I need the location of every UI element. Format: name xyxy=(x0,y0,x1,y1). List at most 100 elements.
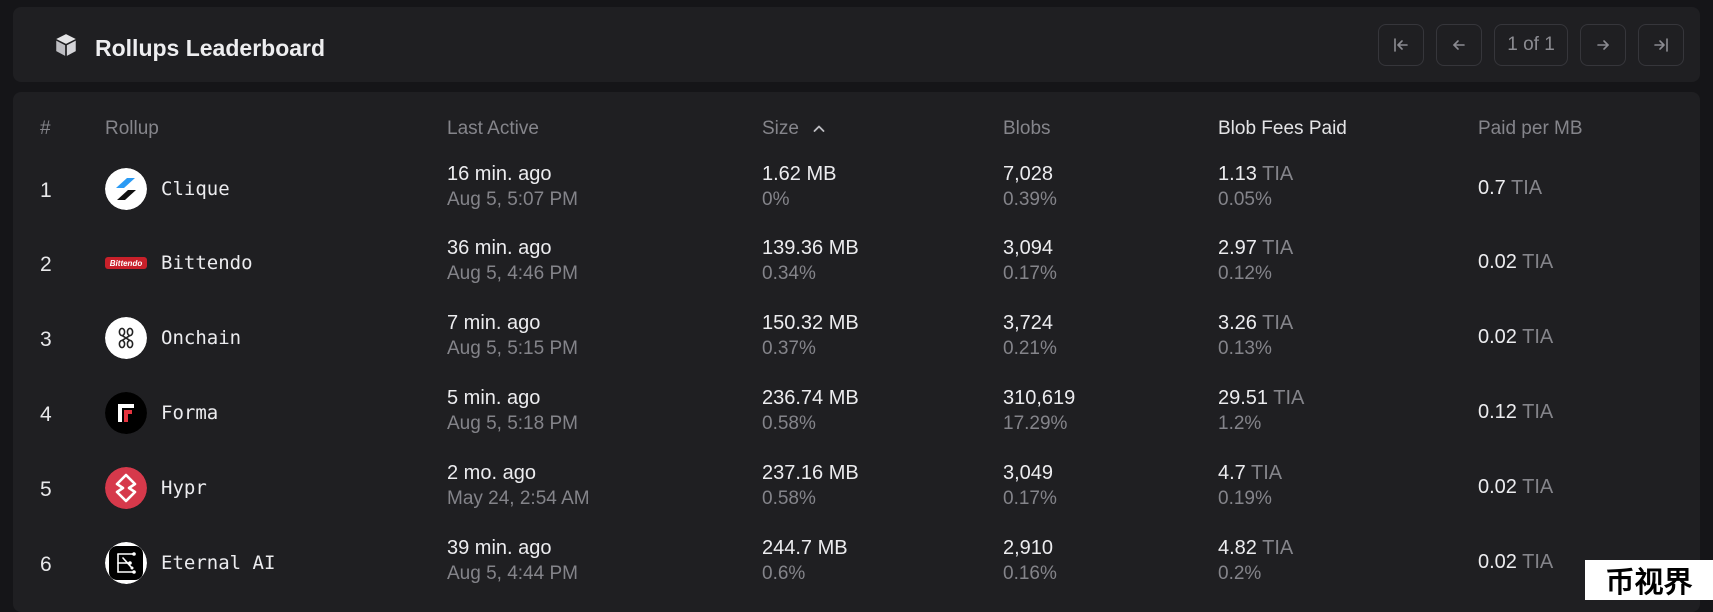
table-row[interactable]: 1 Clique 16 min. ago Aug 5, 5:07 PM 1.62… xyxy=(0,152,1713,226)
paid-per-mb-value: 0.02 xyxy=(1478,476,1517,498)
last-page-button[interactable] xyxy=(1638,24,1684,66)
fees-cell: 1.13 TIA 0.05% xyxy=(1218,161,1293,213)
fees-cell: 4.82 TIA 0.2% xyxy=(1218,535,1293,587)
column-header-size[interactable]: Size xyxy=(762,118,827,140)
prev-page-icon xyxy=(1453,40,1465,50)
blobs-percent: 0.39% xyxy=(1003,189,1057,210)
table-row[interactable]: 5 Hypr 2 mo. ago May 24, 2:54 AM 237.16 … xyxy=(0,451,1713,525)
paid-per-mb-unit: TIA xyxy=(1522,251,1554,273)
page-indicator[interactable]: 1 of 1 xyxy=(1494,24,1568,66)
column-header-blobs[interactable]: Blobs xyxy=(1003,118,1051,140)
fees-cell: 4.7 TIA 0.19% xyxy=(1218,460,1282,512)
size-cell: 139.36 MB 0.34% xyxy=(762,235,859,287)
rollup-name[interactable]: Hypr xyxy=(161,477,207,499)
blobs-percent: 0.17% xyxy=(1003,488,1057,509)
last-page-icon xyxy=(1654,38,1668,52)
paid-per-mb-unit: TIA xyxy=(1522,401,1554,423)
table-row[interactable]: 4 Forma 5 min. ago Aug 5, 5:18 PM 236.74… xyxy=(0,376,1713,450)
next-page-button[interactable] xyxy=(1580,24,1626,66)
bittendo-logo-icon: Bittendo xyxy=(105,257,147,269)
table-row[interactable]: 2 Bittendo Bittendo 36 min. ago Aug 5, 4… xyxy=(0,226,1713,300)
eternal-ai-logo-icon xyxy=(105,542,147,584)
prev-page-button[interactable] xyxy=(1436,24,1482,66)
rank-cell: 1 xyxy=(40,179,52,202)
paid-per-mb-value: 0.7 xyxy=(1478,177,1506,199)
column-header-blob-fees[interactable]: Blob Fees Paid xyxy=(1218,118,1347,140)
rank-cell: 4 xyxy=(40,403,52,426)
paid-per-mb-unit: TIA xyxy=(1522,326,1554,348)
onchain-logo-icon xyxy=(105,317,147,359)
paid-per-mb-cell: 0.02 TIA xyxy=(1478,324,1553,350)
paid-per-mb-value: 0.02 xyxy=(1478,326,1517,348)
paid-per-mb-value: 0.02 xyxy=(1478,251,1517,273)
last-active-cell: 7 min. ago Aug 5, 5:15 PM xyxy=(447,310,578,362)
last-active-cell: 39 min. ago Aug 5, 4:44 PM xyxy=(447,535,578,587)
last-active-date: May 24, 2:54 AM xyxy=(447,488,590,509)
rollup-name[interactable]: Bittendo xyxy=(161,252,253,274)
size-cell: 1.62 MB 0% xyxy=(762,161,836,213)
paid-per-mb-unit: TIA xyxy=(1511,177,1543,199)
first-page-icon xyxy=(1394,38,1408,52)
paid-per-mb-cell: 0.02 TIA xyxy=(1478,474,1553,500)
rollup-name[interactable]: Forma xyxy=(161,402,218,424)
paid-per-mb-unit: TIA xyxy=(1522,476,1554,498)
rank-cell: 5 xyxy=(40,478,52,501)
first-page-button[interactable] xyxy=(1378,24,1424,66)
fees-value: 4.82 xyxy=(1218,537,1257,559)
watermark: 币视界 xyxy=(1585,560,1713,600)
last-active-cell: 5 min. ago Aug 5, 5:18 PM xyxy=(447,385,578,437)
size-percent: 0.37% xyxy=(762,338,816,359)
size-cell: 237.16 MB 0.58% xyxy=(762,460,859,512)
blobs-value: 3,724 xyxy=(1003,312,1054,334)
rollup-name[interactable]: Onchain xyxy=(161,327,241,349)
column-header-rank: # xyxy=(40,118,51,139)
blobs-percent: 0.21% xyxy=(1003,338,1057,359)
blobs-cell: 3,049 0.17% xyxy=(1003,460,1057,512)
paid-per-mb-cell: 0.02 TIA xyxy=(1478,249,1553,275)
table-row[interactable]: 3 Onchain 7 min. ago Aug 5, 5:15 PM 150.… xyxy=(0,301,1713,375)
last-active-date: Aug 5, 5:18 PM xyxy=(447,413,578,434)
paid-per-mb-cell: 0.02 TIA xyxy=(1478,549,1553,575)
last-active-date: Aug 5, 5:15 PM xyxy=(447,338,578,359)
rank-cell: 6 xyxy=(40,553,52,576)
fees-cell: 29.51 TIA 1.2% xyxy=(1218,385,1304,437)
fees-percent: 1.2% xyxy=(1218,413,1262,434)
clique-logo-icon xyxy=(105,168,147,210)
pagination: 1 of 1 xyxy=(1378,24,1684,66)
size-value: 244.7 MB xyxy=(762,537,848,559)
fees-unit: TIA xyxy=(1262,163,1294,185)
last-active-ago: 2 mo. ago xyxy=(447,462,536,484)
blobs-cell: 310,619 17.29% xyxy=(1003,385,1075,437)
last-active-ago: 39 min. ago xyxy=(447,537,552,559)
rollup-name[interactable]: Eternal AI xyxy=(161,552,275,574)
paid-per-mb-cell: 0.7 TIA xyxy=(1478,175,1542,201)
last-active-date: Aug 5, 4:46 PM xyxy=(447,263,578,284)
page-title: Rollups Leaderboard xyxy=(95,35,326,61)
size-percent: 0.6% xyxy=(762,563,806,584)
last-active-ago: 7 min. ago xyxy=(447,312,541,334)
blobs-value: 7,028 xyxy=(1003,163,1054,185)
table-row[interactable]: 6 Eternal AI 39 min. ago Aug 5, 4:44 PM … xyxy=(0,526,1713,600)
fees-percent: 0.05% xyxy=(1218,189,1272,210)
paid-per-mb-unit: TIA xyxy=(1522,551,1554,573)
blobs-cell: 3,094 0.17% xyxy=(1003,235,1057,287)
last-active-cell: 16 min. ago Aug 5, 5:07 PM xyxy=(447,161,578,213)
column-header-rollup[interactable]: Rollup xyxy=(105,118,159,140)
fees-percent: 0.2% xyxy=(1218,563,1262,584)
size-cell: 150.32 MB 0.37% xyxy=(762,310,859,362)
blobs-percent: 17.29% xyxy=(1003,413,1068,434)
size-percent: 0% xyxy=(762,189,790,210)
size-value: 150.32 MB xyxy=(762,312,859,334)
column-header-last-active[interactable]: Last Active xyxy=(447,118,539,140)
next-page-icon xyxy=(1597,40,1609,50)
size-percent: 0.58% xyxy=(762,413,816,434)
fees-value: 29.51 xyxy=(1218,387,1269,409)
last-active-date: Aug 5, 5:07 PM xyxy=(447,189,578,210)
size-value: 236.74 MB xyxy=(762,387,859,409)
paid-per-mb-value: 0.02 xyxy=(1478,551,1517,573)
fees-percent: 0.13% xyxy=(1218,338,1272,359)
column-header-paid-per-mb[interactable]: Paid per MB xyxy=(1478,118,1583,140)
column-header-size-label: Size xyxy=(762,118,799,139)
blobs-cell: 7,028 0.39% xyxy=(1003,161,1057,213)
rollup-name[interactable]: Clique xyxy=(161,178,230,200)
